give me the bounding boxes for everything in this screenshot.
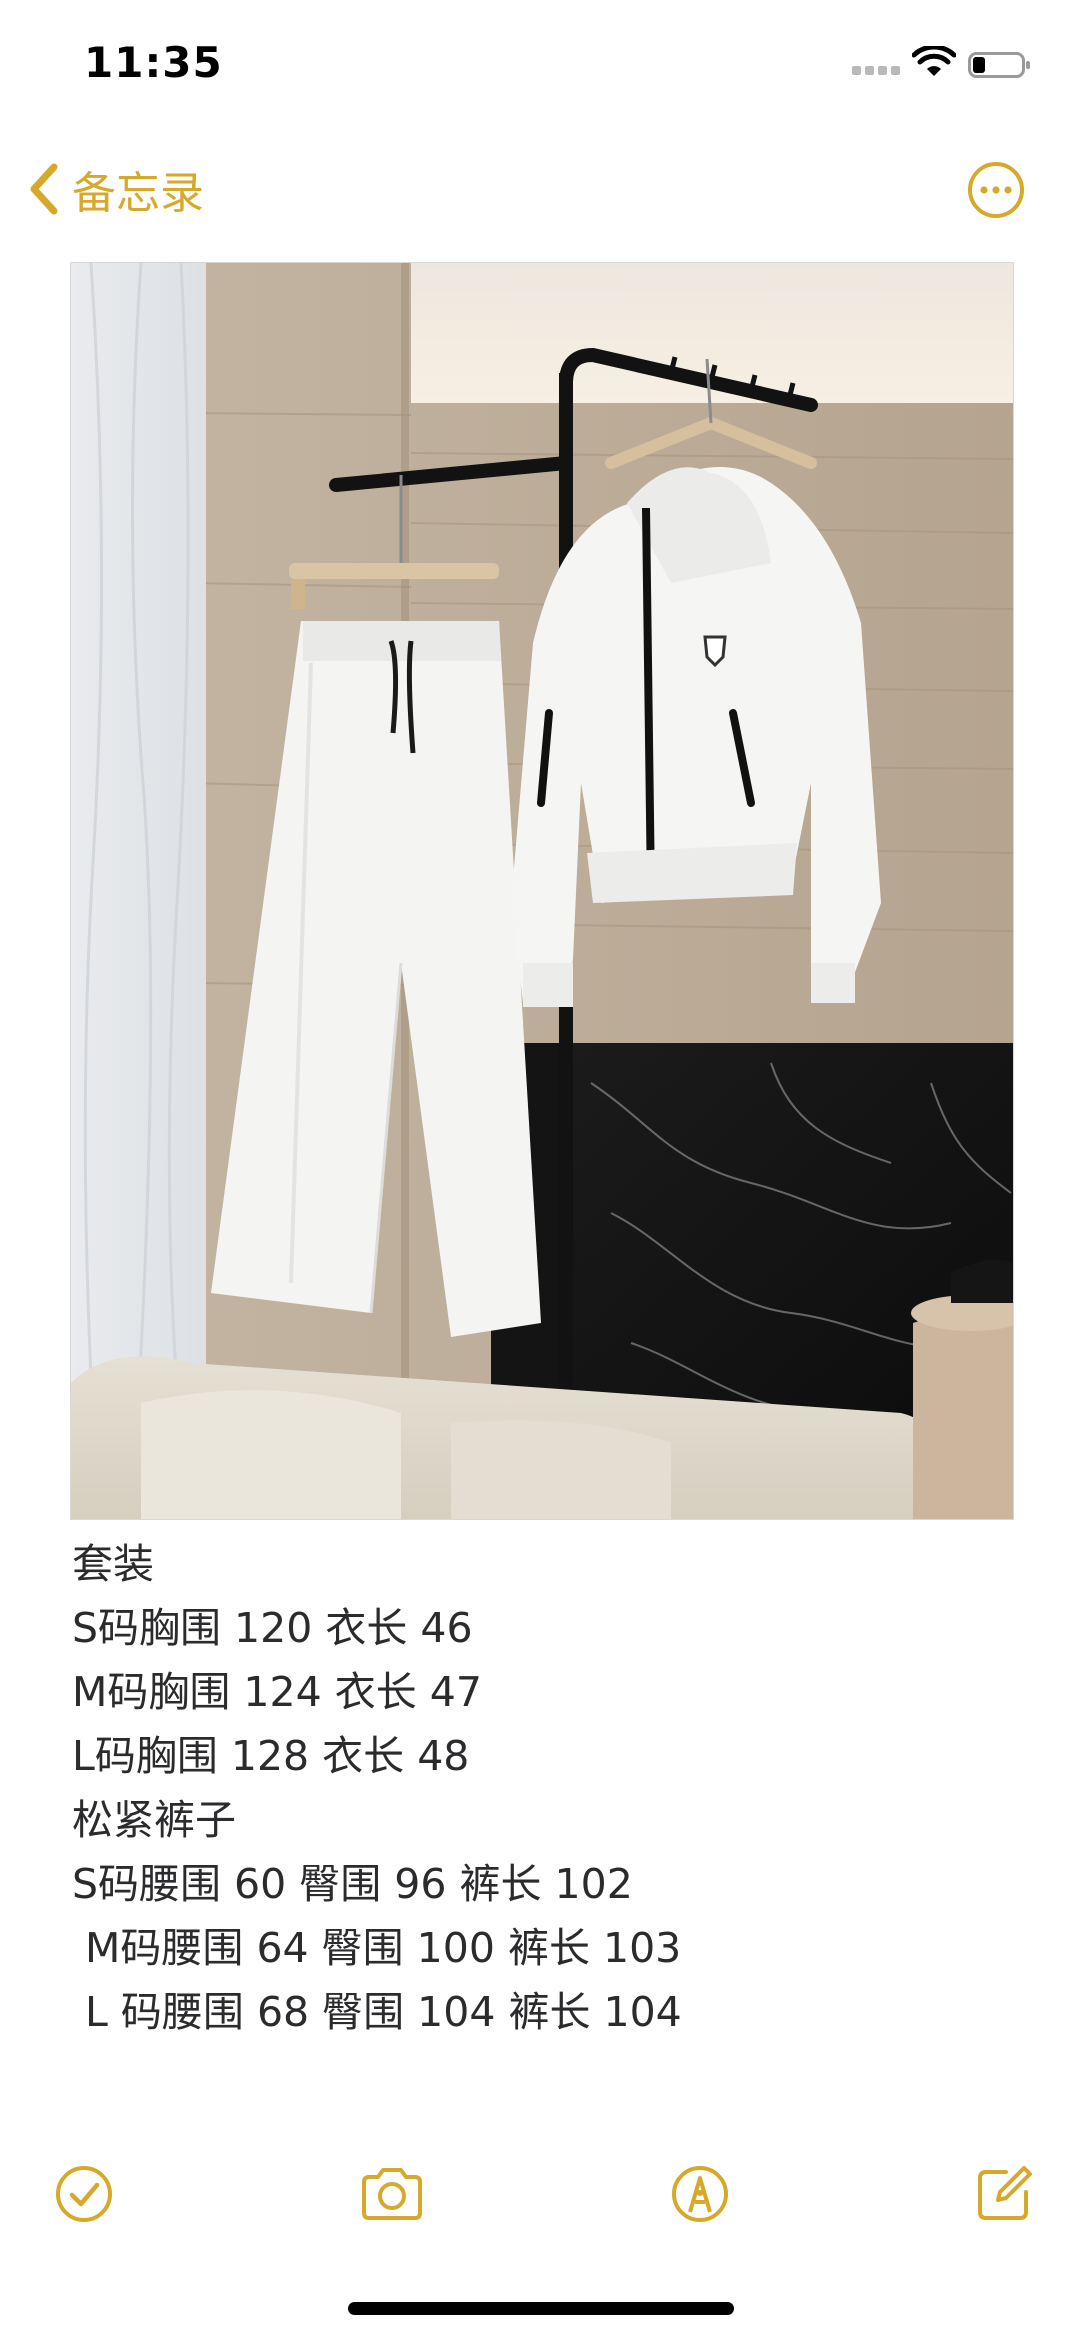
note-line: L 码腰围 68 臀围 104 裤长 104: [72, 1988, 682, 2036]
status-bar: 11:35: [0, 0, 1080, 130]
back-label: 备忘录: [72, 168, 204, 219]
home-indicator: [348, 2302, 734, 2315]
chevron-left-icon: [30, 163, 58, 215]
wifi-icon: [912, 46, 956, 76]
note-photo[interactable]: [70, 262, 1014, 1520]
more-options-button[interactable]: [966, 160, 1026, 220]
note-line: 套装: [72, 1540, 154, 1588]
photo-tracksuit-on-rack: [71, 263, 1013, 1519]
navigation-bar: 备忘录: [0, 140, 1080, 250]
note-line: S码腰围 60 臀围 96 裤长 102: [72, 1860, 633, 1908]
battery-icon: [968, 52, 1030, 78]
note-line: 松紧裤子: [72, 1796, 236, 1844]
back-button[interactable]: 备忘录: [26, 154, 204, 224]
note-body[interactable]: 套装 S码胸围 120 衣长 46 M码胸围 124 衣长 47 L码胸围 12…: [72, 1532, 1012, 2044]
note-line: M码胸围 124 衣长 47: [72, 1668, 482, 1716]
bottom-toolbar: [0, 2150, 1080, 2240]
camera-button[interactable]: [356, 2162, 428, 2226]
cellular-signal-icon: [852, 66, 900, 75]
note-line: S码胸围 120 衣长 46: [72, 1604, 473, 1652]
checklist-button[interactable]: [52, 2162, 116, 2226]
status-time: 11:35: [84, 38, 223, 87]
compose-button[interactable]: [972, 2162, 1036, 2226]
note-line: L码胸围 128 衣长 48: [72, 1732, 470, 1780]
markup-button[interactable]: [668, 2162, 732, 2226]
note-line: M码腰围 64 臀围 100 裤长 103: [72, 1924, 682, 1972]
